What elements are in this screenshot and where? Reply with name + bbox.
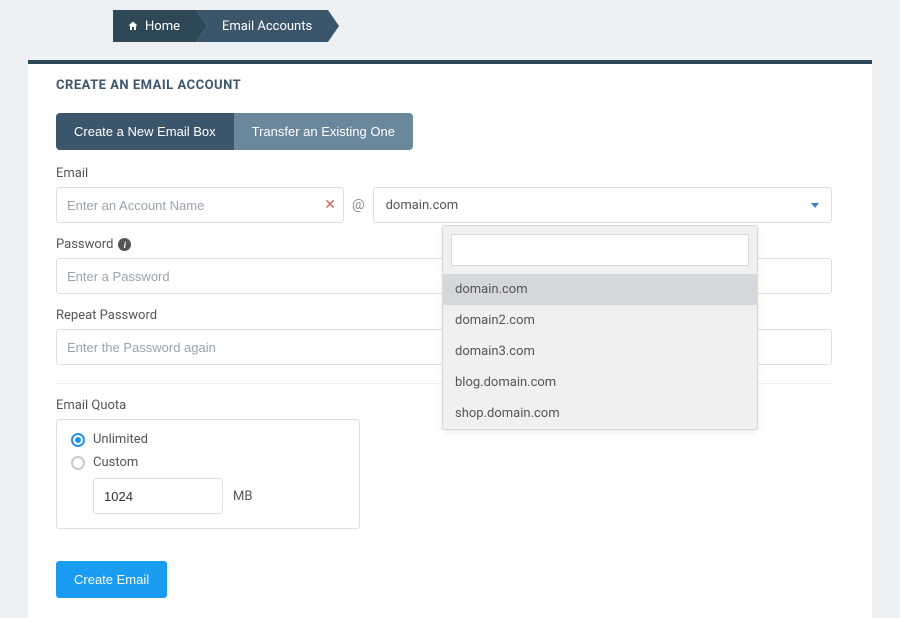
create-email-button[interactable]: Create Email (56, 561, 167, 598)
breadcrumb-home-label: Home (145, 19, 180, 34)
info-icon[interactable]: i (118, 238, 131, 251)
breadcrumb: Home Email Accounts (113, 10, 872, 42)
email-label: Email (56, 166, 832, 181)
domain-option[interactable]: domain2.com (443, 305, 757, 336)
radio-custom[interactable]: Custom (71, 455, 345, 470)
breadcrumb-home[interactable]: Home (113, 10, 196, 42)
tabs: Create a New Email Box Transfer an Exist… (56, 113, 413, 150)
domain-selected: domain.com (386, 198, 459, 213)
at-symbol: @ (352, 197, 365, 213)
domain-option[interactable]: domain.com (443, 274, 757, 305)
page-title: CREATE AN EMAIL ACCOUNT (56, 78, 832, 93)
tab-create[interactable]: Create a New Email Box (56, 113, 234, 150)
quota-unit: MB (233, 489, 252, 504)
tab-transfer[interactable]: Transfer an Existing One (234, 113, 413, 150)
breadcrumb-current-label: Email Accounts (222, 19, 312, 34)
domain-search-input[interactable] (451, 234, 749, 266)
quota-box: Unlimited Custom MB (56, 419, 360, 529)
domain-option[interactable]: domain3.com (443, 336, 757, 367)
home-icon (127, 20, 139, 32)
domain-select[interactable]: domain.com (373, 187, 832, 223)
domain-option[interactable]: blog.domain.com (443, 367, 757, 398)
radio-icon-checked (71, 433, 85, 447)
account-name-input[interactable] (56, 187, 344, 223)
caret-down-icon (811, 203, 819, 208)
clear-icon[interactable]: ✕ (324, 198, 336, 212)
radio-icon-unchecked (71, 456, 85, 470)
quota-custom-input[interactable] (93, 478, 223, 514)
domain-option[interactable]: shop.domain.com (443, 398, 757, 429)
radio-unlimited[interactable]: Unlimited (71, 432, 345, 447)
domain-dropdown: domain.com domain2.com domain3.com blog.… (442, 225, 758, 430)
breadcrumb-current[interactable]: Email Accounts (196, 10, 328, 42)
